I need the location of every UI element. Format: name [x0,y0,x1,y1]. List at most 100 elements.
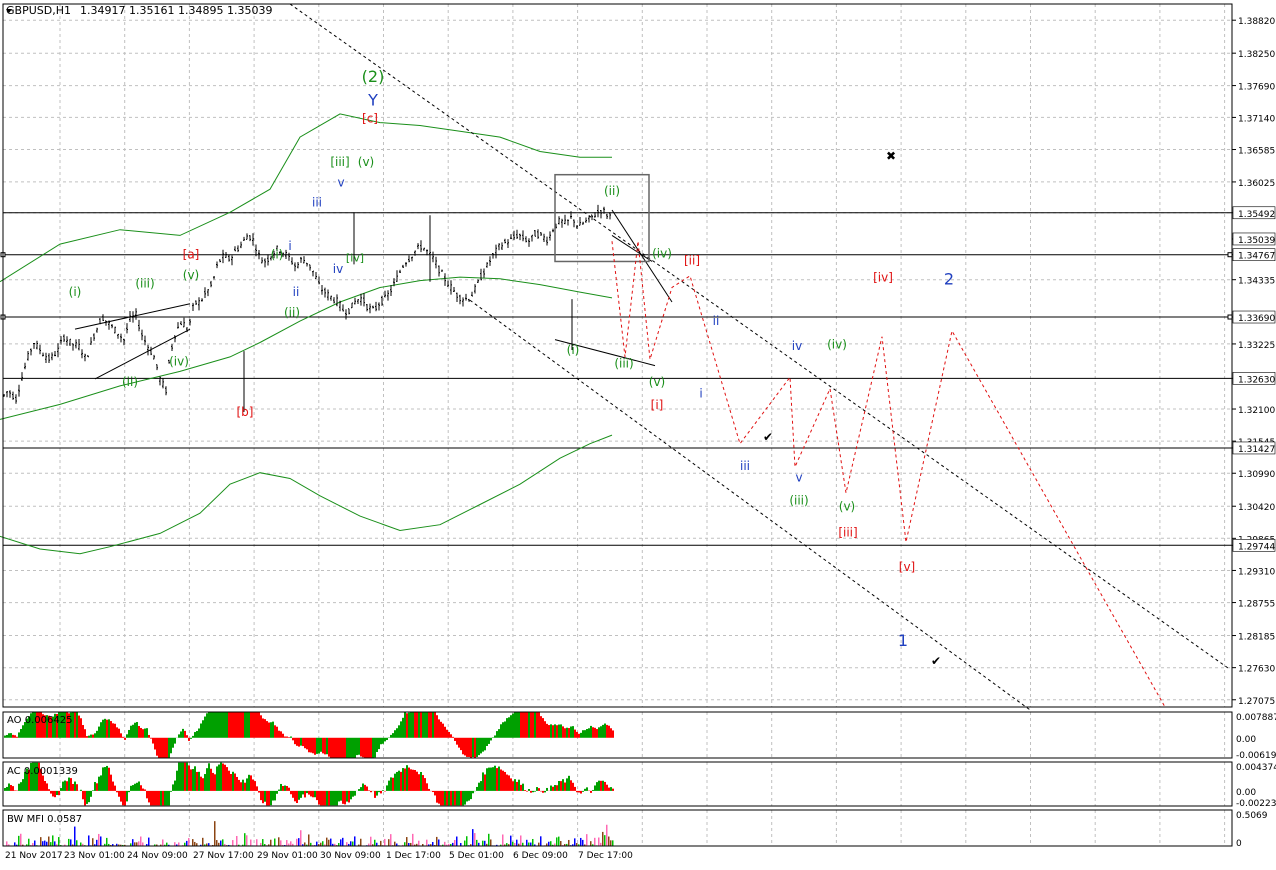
ao-bar [564,728,566,738]
wave-label: [i] [651,398,664,412]
ao-bar [266,721,268,738]
mfi-bar [550,841,552,846]
wave-label: [iv] [873,271,893,285]
mfi-bar [370,837,372,846]
ao-bar [420,712,422,737]
ac-bar [564,783,566,791]
ac-bar [96,783,98,791]
mfi-bar [232,840,234,846]
ao-bar [554,724,556,737]
level-handle[interactable] [1228,315,1232,319]
mfi-bar [606,825,608,846]
ac-bar [378,791,380,792]
mt4-chart[interactable]: (2)Y[c][iii](v)viii[iv]ivi(i)ii(ii)[a][b… [0,0,1276,866]
ao-bar [556,725,558,738]
ao-bar [576,732,578,738]
mfi-bar [380,841,382,846]
ac-bar [194,766,196,791]
ac-bar [432,791,434,792]
ao-bar [524,712,526,737]
mfi-bar [286,840,288,846]
ac-bar [290,791,292,794]
ao-bar [584,730,586,738]
ac-bar [162,791,164,805]
level-handle[interactable] [1228,253,1232,257]
ac-bar [176,771,178,791]
ao-bar [170,738,172,753]
ac-bar [316,791,318,800]
ao-bar [268,723,270,738]
mfi-bar [474,833,476,846]
ac-bar [260,791,262,800]
mfi-bar [590,841,592,846]
ao-bar [574,730,576,738]
ac-bar [134,784,136,791]
ac-bar [128,791,130,792]
ao-bar [484,738,486,751]
mfi-bar [194,842,196,846]
ac-bar [442,791,444,805]
ac-bar [456,791,458,805]
ao-bar [324,738,326,755]
ac-bar [482,772,484,790]
ao-bar [530,712,532,737]
ac-bar [210,769,212,791]
ac-bar [180,763,182,791]
ac-bar [114,786,116,791]
ac-bar [222,764,224,791]
mfi-bar [594,838,596,846]
mfi-bar [40,837,42,846]
ac-bar [204,774,206,791]
ac-bar [480,781,482,791]
indicator-y-label: 0.007887 [1236,713,1276,723]
ac-bar [460,791,462,805]
ao-bar [236,712,238,737]
ao-bar [260,715,262,737]
ac-bar [324,791,326,805]
ao-bar [446,730,448,738]
ac-bar [110,775,112,791]
wave-label: iii [740,459,750,473]
ac-bar [542,791,544,793]
ao-bar [462,738,464,755]
mfi-bar [220,841,222,846]
indicator-y-label: 0.5069 [1236,811,1268,821]
ao-bar [80,718,82,738]
ac-bar [22,779,24,791]
ao-bar [250,712,252,737]
ac-bar [92,790,94,791]
ac-bar [170,791,172,792]
ao-bar [490,738,492,741]
mfi-bar [58,837,60,846]
ac-bar [60,788,62,791]
ac-bar [552,787,554,791]
ao-bar [334,738,336,758]
ac-bar [192,769,194,791]
mfi-bar [14,842,16,846]
y-tick-label: 1.29744 [1238,542,1275,552]
ac-bar [206,768,208,791]
ao-bar [152,738,154,744]
ao-bar [212,712,214,737]
ac-bar [188,765,190,791]
mfi-bar [256,839,258,846]
ao-bar [558,725,560,738]
ac-bar [346,791,348,802]
ac-bar [428,789,430,791]
ac-bar [568,776,570,791]
ao-bar [22,725,24,738]
ac-bar [384,791,386,792]
ao-bar [440,722,442,738]
ac-bar [468,791,470,801]
x-tick-label: 21 Nov 2017 [5,851,63,861]
ao-bar [358,738,360,755]
ao-bar [272,722,274,738]
ao-bar [224,712,226,737]
ac-bar [416,772,418,791]
mfi-bar [342,838,344,846]
wave-label: (2) [362,67,385,86]
ac-bar [122,791,124,805]
ac-bar [608,788,610,791]
y-tick-label: 1.37690 [1238,83,1275,93]
ac-bar [44,781,46,791]
